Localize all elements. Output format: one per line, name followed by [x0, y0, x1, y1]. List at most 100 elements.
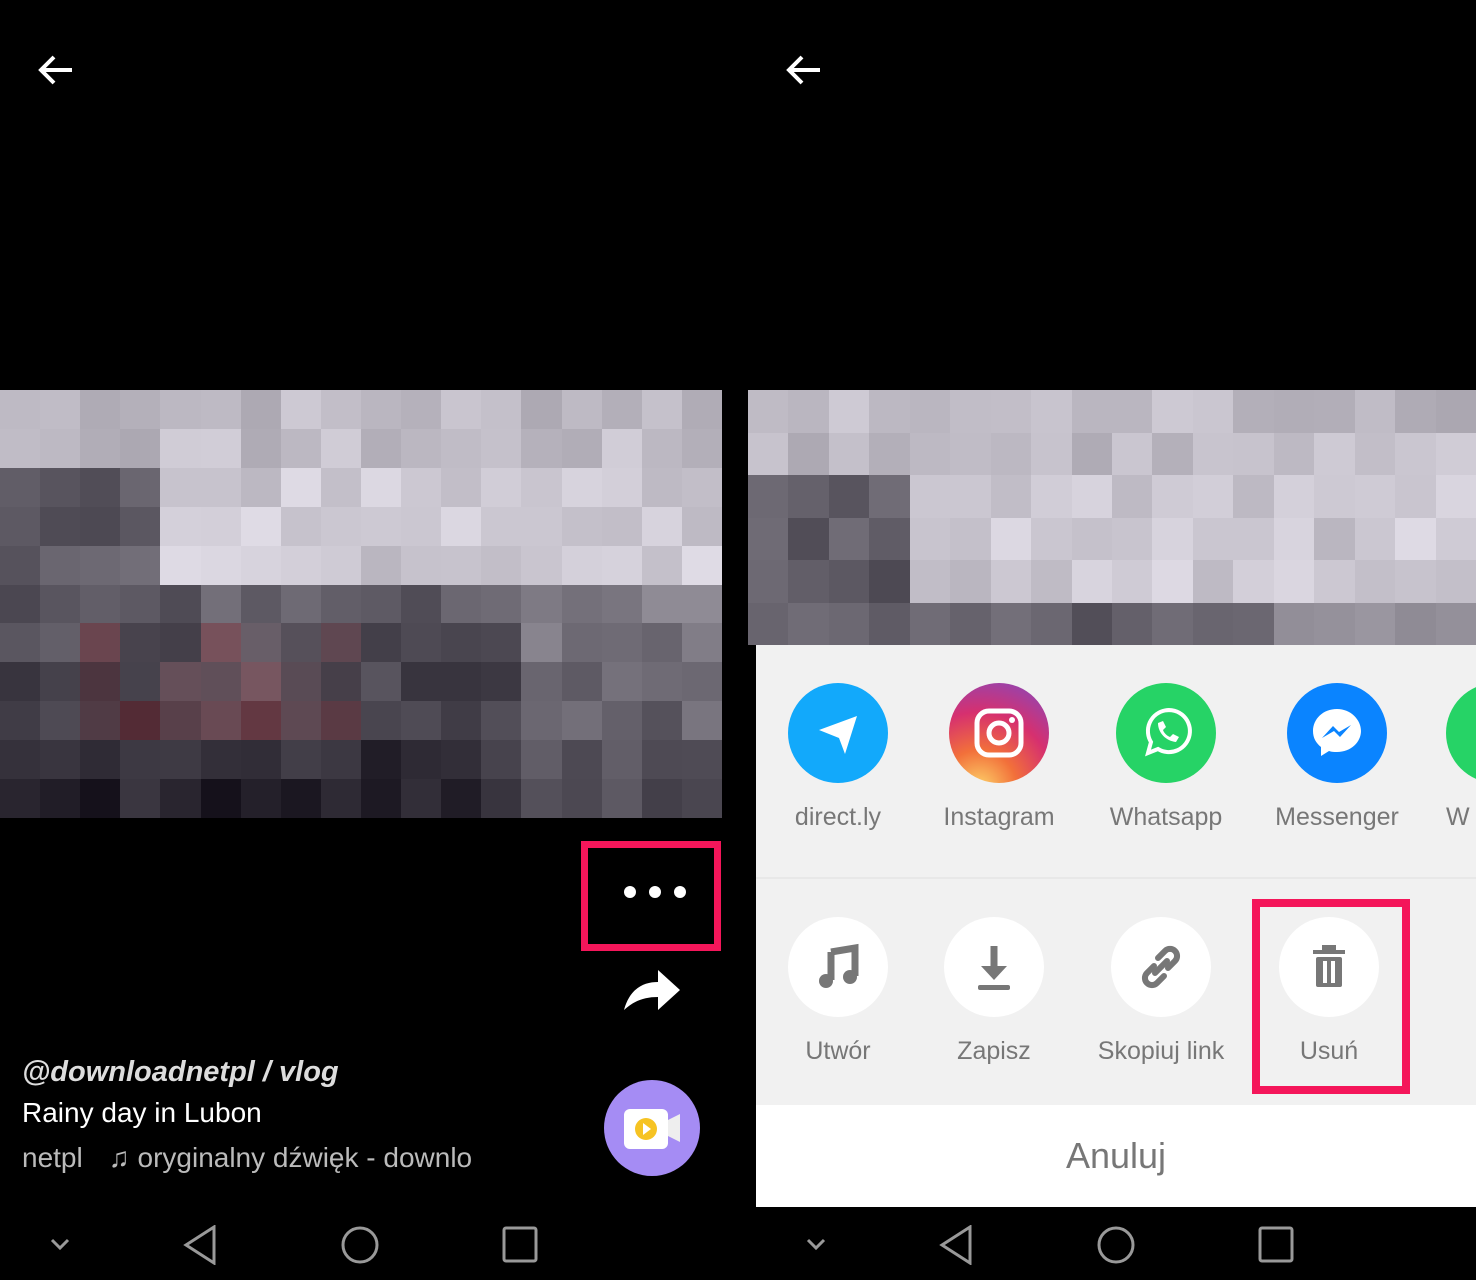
video-pixel — [1233, 432, 1274, 475]
video-pixel — [561, 467, 602, 507]
video-pixel — [441, 467, 482, 507]
video-pixel — [748, 560, 789, 603]
video-pixel — [481, 701, 522, 741]
back-arrow-icon[interactable] — [36, 50, 76, 90]
video-pixel — [401, 428, 442, 468]
video-pixel — [1233, 475, 1274, 518]
video-pixel — [441, 662, 482, 702]
video-pixel — [950, 602, 991, 645]
video-pixel — [1152, 560, 1193, 603]
action-sound[interactable]: Utwór — [763, 917, 913, 1066]
video-pixel — [401, 623, 442, 663]
video-pixel — [748, 517, 789, 560]
video-pixel — [1435, 560, 1476, 603]
video-pixel — [360, 428, 402, 468]
video-pixel — [950, 517, 991, 560]
video-pixel — [909, 602, 951, 645]
action-save[interactable]: Zapisz — [919, 917, 1069, 1066]
action-copy-link[interactable]: Skopiuj link — [1086, 917, 1236, 1066]
share-icon[interactable] — [622, 966, 682, 1016]
video-pixel — [1031, 602, 1072, 645]
video-pixel — [320, 662, 361, 702]
video-pixel — [360, 701, 402, 741]
video-pixel — [1071, 602, 1112, 645]
cancel-button[interactable]: Anuluj — [756, 1105, 1476, 1207]
video-pixel — [1395, 560, 1436, 603]
nav-recents-icon[interactable] — [1256, 1225, 1296, 1265]
record-button[interactable] — [604, 1080, 700, 1176]
share-instagram[interactable]: Instagram — [924, 683, 1074, 832]
video-pixel — [1273, 602, 1315, 645]
video-pixel — [280, 779, 321, 818]
nav-back-icon[interactable] — [180, 1225, 220, 1265]
nav-recents-icon[interactable] — [500, 1225, 540, 1265]
video-pixel — [1314, 475, 1355, 518]
video-pixel — [40, 740, 81, 780]
video-pixel — [1111, 560, 1153, 603]
music-note-icon — [788, 917, 888, 1017]
video-pixel — [828, 602, 870, 645]
video-pixel — [401, 779, 442, 818]
video-pixel — [401, 506, 442, 546]
username[interactable]: @downloadnetpl / vlog — [22, 1056, 339, 1089]
video-pixel — [200, 506, 241, 546]
chevron-down-icon[interactable] — [804, 1225, 828, 1265]
video-pixel — [1152, 432, 1193, 475]
video-pixel — [561, 428, 602, 468]
share-directly[interactable]: direct.ly — [763, 683, 913, 832]
share-more-app[interactable]: W — [1446, 683, 1476, 832]
nav-home-icon[interactable] — [1096, 1225, 1136, 1265]
video-pixel — [1192, 390, 1234, 433]
video-pixel — [1192, 517, 1234, 560]
video-title: Rainy day in Lubon — [22, 1097, 262, 1128]
video-pixel — [1233, 517, 1274, 560]
nav-back-icon[interactable] — [936, 1225, 976, 1265]
video-pixel — [1435, 475, 1476, 518]
more-options-icon[interactable] — [624, 886, 686, 898]
video-pixel — [788, 475, 829, 518]
sound-info[interactable]: netpl ♫ oryginalny dźwięk - downlo — [22, 1142, 482, 1174]
video-pixel — [681, 779, 722, 818]
share-whatsapp[interactable]: Whatsapp — [1091, 683, 1241, 832]
nav-home-icon[interactable] — [340, 1225, 380, 1265]
video-pixel — [990, 475, 1032, 518]
back-arrow-icon[interactable] — [784, 50, 824, 90]
video-pixel — [240, 623, 281, 663]
video-pixel — [681, 623, 722, 663]
video-pixel — [240, 428, 281, 468]
video-pixel — [601, 701, 642, 741]
video-pixel — [1152, 475, 1193, 518]
video-pixel — [681, 390, 722, 429]
video-pixel — [360, 623, 402, 663]
video-pixel — [1273, 560, 1315, 603]
share-label: Instagram — [943, 803, 1055, 831]
video-pixel — [120, 779, 161, 818]
video-pixel — [160, 701, 201, 741]
video-pixel — [360, 390, 402, 429]
video-pixel — [641, 584, 682, 624]
video-pixel — [0, 467, 41, 507]
highlight-delete-button — [1252, 899, 1410, 1094]
video-pixel — [280, 662, 321, 702]
chevron-down-icon[interactable] — [48, 1225, 72, 1265]
video-pixel — [828, 475, 870, 518]
video-pixel — [601, 623, 642, 663]
app-icon — [1446, 683, 1476, 783]
video-pixel — [120, 506, 161, 546]
music-note-icon: ♫ oryginalny dźwięk - downlo — [108, 1142, 473, 1173]
video-pixel — [320, 428, 361, 468]
share-messenger[interactable]: Messenger — [1262, 683, 1412, 832]
video-pixel — [950, 390, 991, 433]
video-pixel — [641, 506, 682, 546]
video-pixel — [1314, 517, 1355, 560]
video-pixel — [1273, 390, 1315, 433]
video-pixel — [40, 779, 81, 818]
video-pixel — [40, 390, 81, 429]
video-pixel — [1071, 475, 1112, 518]
video-pixel — [561, 740, 602, 780]
video-frame-pixelated[interactable] — [0, 390, 722, 818]
video-pixel — [40, 584, 81, 624]
video-pixel — [441, 390, 482, 429]
video-pixel — [80, 584, 121, 624]
video-pixel — [681, 428, 722, 468]
